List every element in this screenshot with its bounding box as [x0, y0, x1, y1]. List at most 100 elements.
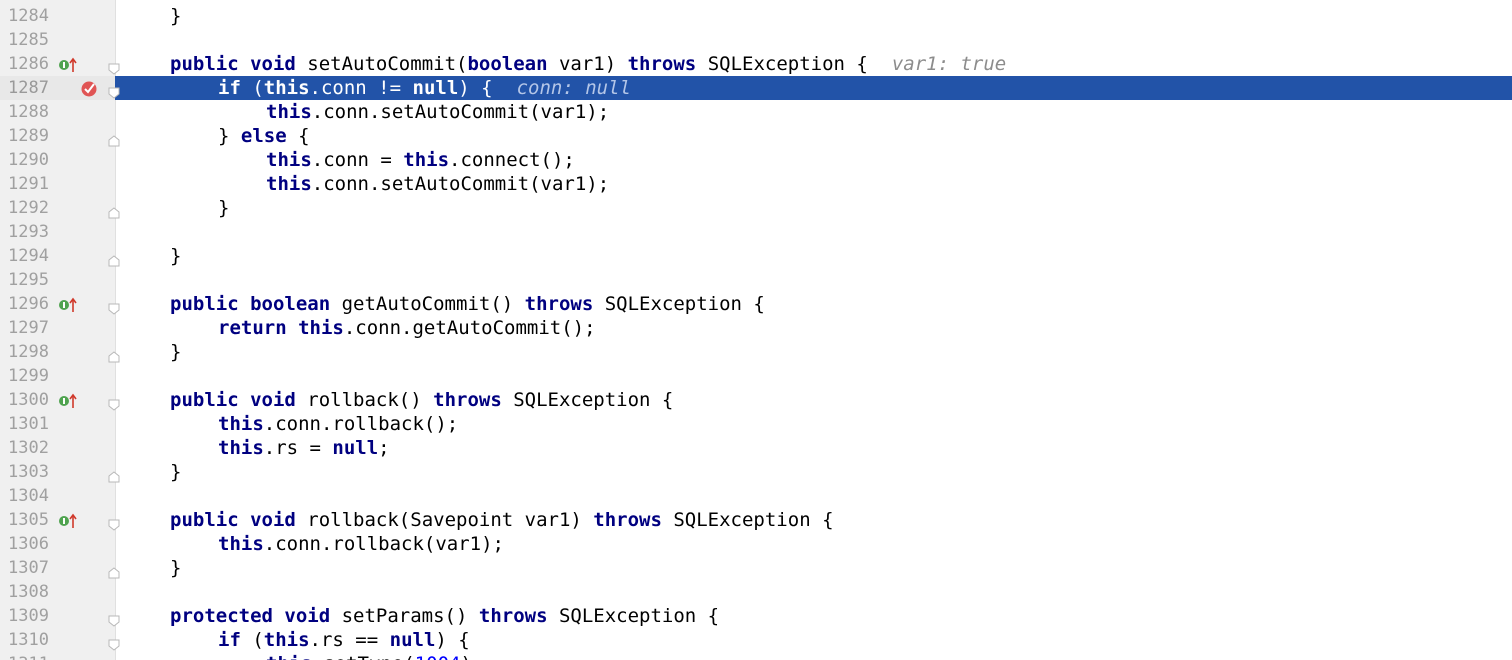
code-token: .conn =: [311, 149, 404, 171]
override-up-icon[interactable]: [58, 56, 78, 72]
code-text[interactable]: public void setAutoCommit(boolean var1) …: [170, 52, 1006, 76]
code-line[interactable]: 1307}: [0, 556, 1512, 580]
code-line[interactable]: 1303}: [0, 460, 1512, 484]
code-text[interactable]: return this.conn.getAutoCommit();: [218, 316, 596, 340]
code-line[interactable]: 1292}: [0, 196, 1512, 220]
breakpoint-icon[interactable]: [80, 79, 98, 97]
line-number: 1288: [8, 102, 49, 122]
code-text[interactable]: if (this.rs == null) {: [218, 628, 470, 652]
code-text[interactable]: } else {: [218, 124, 310, 148]
code-text[interactable]: }: [170, 460, 181, 484]
code-line[interactable]: 1299: [0, 364, 1512, 388]
code-line[interactable]: 1311 this.setType(1004);: [0, 652, 1512, 660]
code-text[interactable]: this.conn.setAutoCommit(var1);: [266, 172, 609, 196]
fold-start-icon[interactable]: [108, 634, 120, 651]
code-text[interactable]: public void rollback() throws SQLExcepti…: [170, 388, 673, 412]
fold-end-icon[interactable]: [108, 250, 120, 267]
override-up-icon[interactable]: [58, 512, 78, 528]
code-line[interactable]: 1284}: [0, 4, 1512, 28]
code-line[interactable]: 1301 this.conn.rollback();: [0, 412, 1512, 436]
keyword-token: boolean: [250, 293, 331, 315]
code-line[interactable]: 1290 this.conn = this.connect();: [0, 148, 1512, 172]
fold-end-icon[interactable]: [108, 130, 120, 147]
code-line[interactable]: 1309 protected void setParams() throws SQ…: [0, 604, 1512, 628]
line-number: 1299: [8, 366, 49, 386]
code-text[interactable]: this.conn.setAutoCommit(var1);: [266, 100, 609, 124]
fold-start-icon[interactable]: [108, 58, 120, 75]
line-number: 1311: [8, 652, 49, 660]
code-token: setAutoCommit(: [295, 53, 468, 75]
code-token: ) {: [458, 77, 493, 99]
line-number: 1294: [8, 246, 49, 266]
code-text[interactable]: this.setType(1004);: [266, 652, 483, 660]
code-text[interactable]: this.rs = null;: [218, 436, 390, 460]
code-line[interactable]: 1310 if (this.rs == null) {: [0, 628, 1512, 652]
fold-start-icon[interactable]: [108, 394, 120, 411]
line-number: 1305: [8, 510, 49, 530]
code-token: {: [286, 125, 310, 147]
code-text[interactable]: public boolean getAutoCommit() throws SQ…: [170, 292, 765, 316]
code-line[interactable]: 1289} else {: [0, 124, 1512, 148]
code-line[interactable]: 1308: [0, 580, 1512, 604]
fold-start-icon[interactable]: [108, 298, 120, 315]
code-line[interactable]: 1285: [0, 28, 1512, 52]
keyword-token: this: [218, 437, 264, 459]
code-token: }: [170, 245, 182, 267]
code-token: .conn.setAutoCommit(var1);: [311, 101, 610, 123]
code-token: SQLException {: [501, 389, 674, 411]
override-up-icon[interactable]: [58, 392, 78, 408]
code-line[interactable]: 1306 this.conn.rollback(var1);: [0, 532, 1512, 556]
fold-start-icon[interactable]: [108, 82, 120, 99]
code-text[interactable]: protected void setParams() throws SQLExc…: [170, 604, 719, 628]
fold-end-icon[interactable]: [108, 562, 120, 579]
code-token: (: [240, 77, 264, 99]
code-line[interactable]: 1291 this.conn.setAutoCommit(var1);: [0, 172, 1512, 196]
code-token: }: [170, 461, 182, 483]
keyword-token: if: [218, 629, 241, 651]
code-text[interactable]: }: [170, 556, 181, 580]
line-number: 1308: [8, 582, 49, 602]
code-text[interactable]: this.conn.rollback(var1);: [218, 532, 504, 556]
code-text[interactable]: public void rollback(Savepoint var1) thr…: [170, 508, 834, 532]
line-number: 1309: [8, 606, 49, 626]
code-line[interactable]: 1304: [0, 484, 1512, 508]
code-text[interactable]: if (this.conn != null) {conn: null: [218, 76, 631, 100]
line-number: 1307: [8, 558, 49, 578]
code-line[interactable]: 1286 public void setAutoCommit(boolean va…: [0, 52, 1512, 76]
code-editor[interactable]: 1284} 1285 1286 public void setAutoCommit(b…: [0, 0, 1512, 660]
code-line[interactable]: 1288 this.conn.setAutoCommit(var1);: [0, 100, 1512, 124]
code-text[interactable]: }: [170, 4, 181, 28]
code-text[interactable]: }: [218, 196, 229, 220]
code-text[interactable]: this.conn.rollback();: [218, 412, 458, 436]
code-line[interactable]: 1297 return this.conn.getAutoCommit();: [0, 316, 1512, 340]
code-line[interactable]: 1294}: [0, 244, 1512, 268]
keyword-token: this: [266, 653, 312, 660]
current-execution-line[interactable]: 1287 if (this.conn != null) {conn: null: [0, 76, 1512, 100]
code-token: .conn !=: [309, 77, 413, 99]
line-number: 1304: [8, 486, 49, 506]
line-number: 1290: [8, 150, 49, 170]
fold-end-icon[interactable]: [108, 346, 120, 363]
fold-end-icon[interactable]: [108, 466, 120, 483]
code-line[interactable]: 1296 public boolean getAutoCommit() throw…: [0, 292, 1512, 316]
code-line[interactable]: 1302 this.rs = null;: [0, 436, 1512, 460]
code-text[interactable]: }: [170, 340, 181, 364]
code-text[interactable]: }: [170, 244, 181, 268]
fold-end-icon[interactable]: [108, 202, 120, 219]
line-number: 1293: [8, 222, 49, 242]
keyword-token: public: [170, 509, 239, 531]
keyword-token: null: [412, 77, 459, 99]
code-token: .connect();: [449, 149, 575, 171]
code-line[interactable]: 1295: [0, 268, 1512, 292]
code-line[interactable]: 1300 public void rollback() throws SQLExc…: [0, 388, 1512, 412]
code-text[interactable]: this.conn = this.connect();: [266, 148, 575, 172]
keyword-token: if: [218, 77, 241, 99]
code-line[interactable]: 1293: [0, 220, 1512, 244]
override-up-icon[interactable]: [58, 296, 78, 312]
fold-start-icon[interactable]: [108, 610, 120, 627]
code-line[interactable]: 1298}: [0, 340, 1512, 364]
fold-start-icon[interactable]: [108, 514, 120, 531]
code-line[interactable]: 1305 public void rollback(Savepoint var1)…: [0, 508, 1512, 532]
